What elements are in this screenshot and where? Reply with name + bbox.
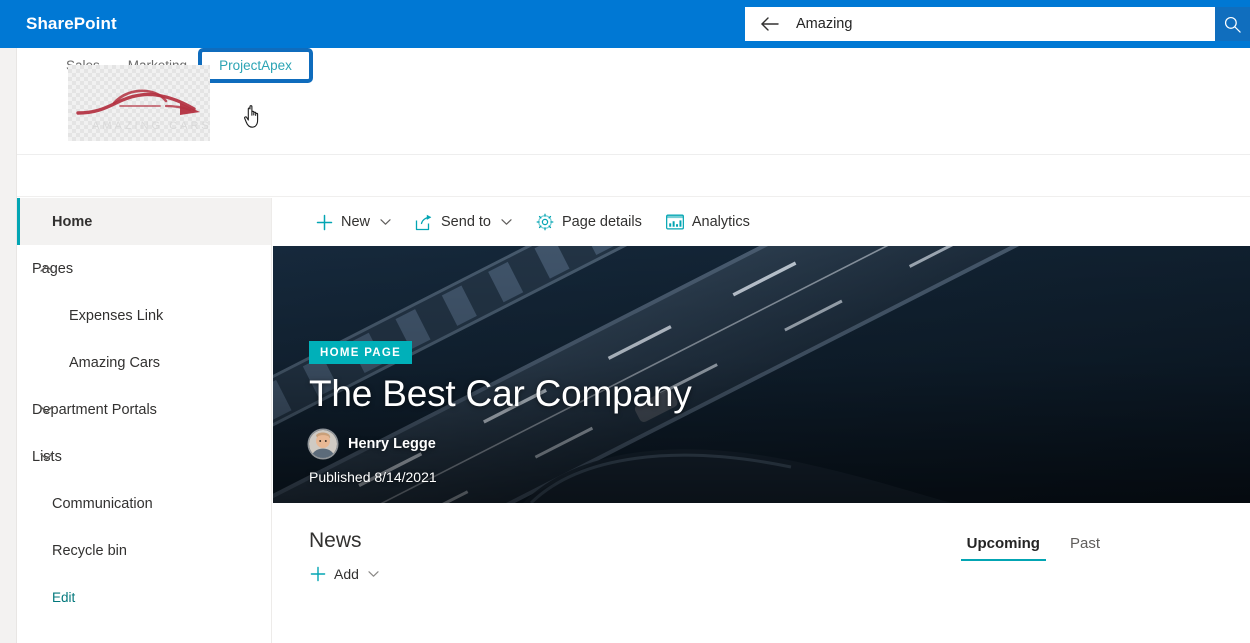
search-icon <box>1224 16 1241 33</box>
sidebar-item-pages[interactable]: Pages <box>17 245 271 292</box>
sharepoint-brand-logo[interactable]: SharePoint <box>26 14 117 34</box>
sidebar-item-home[interactable]: Home <box>17 198 271 245</box>
sidebar-item-label: Communication <box>52 495 153 512</box>
plus-icon <box>315 213 333 231</box>
new-button[interactable]: New <box>305 207 401 237</box>
tab-past[interactable]: Past <box>1060 529 1110 561</box>
chevron-down-icon[interactable] <box>501 218 512 226</box>
new-button-label: New <box>341 214 371 230</box>
sidebar-item-amazing-cars[interactable]: Amazing Cars <box>17 339 271 386</box>
page-details-button-label: Page details <box>562 214 642 230</box>
hero-title: The Best Car Company <box>309 373 692 415</box>
chevron-down-icon[interactable] <box>368 570 379 578</box>
page-command-bar: New Send to Page details Analytics <box>273 198 1250 246</box>
search-input[interactable] <box>787 8 1215 40</box>
sidebar-item-department-portals[interactable]: Department Portals <box>17 386 271 433</box>
sidebar-item-label: Recycle bin <box>52 542 127 559</box>
add-news-button[interactable]: Add <box>309 565 379 583</box>
site-logo-image: AMAZING CARS <box>68 65 210 141</box>
sidebar-item-expenses-link[interactable]: Expenses Link <box>17 292 271 339</box>
site-navigation-sidebar: Home Pages Expenses Link Amazing Cars De… <box>17 198 272 643</box>
send-to-button-label: Send to <box>441 214 492 230</box>
sidebar-item-communication[interactable]: Communication <box>17 480 271 527</box>
hero-topic-badge: HOME PAGE <box>309 341 413 365</box>
gear-icon <box>536 213 554 231</box>
chevron-down-icon[interactable] <box>39 403 53 417</box>
sidebar-item-label: Home <box>52 213 93 230</box>
hub-navigation-bar: Sales Marketing ProjectApex AMAZING CARS <box>17 48 1250 155</box>
sidebar-item-recycle-bin[interactable]: Recycle bin <box>17 527 271 574</box>
analytics-button-label: Analytics <box>691 214 750 230</box>
analytics-chart-icon <box>665 213 684 231</box>
plus-icon <box>309 565 327 583</box>
hero-text-block: HOME PAGE The Best Car Company Henry Leg… <box>309 341 692 485</box>
sidebar-edit-link[interactable]: Edit <box>17 574 271 621</box>
author-avatar[interactable] <box>309 430 337 458</box>
search-submit-button[interactable] <box>1215 7 1250 41</box>
svg-text:AMAZING CARS: AMAZING CARS <box>92 120 210 132</box>
send-to-button[interactable]: Send to <box>405 207 522 237</box>
analytics-button[interactable]: Analytics <box>656 207 760 237</box>
sidebar-item-label: Expenses Link <box>69 307 164 324</box>
search-box[interactable] <box>745 7 1215 41</box>
author-name: Henry Legge <box>348 436 436 452</box>
sidebar-item-lists[interactable]: Lists <box>17 433 271 480</box>
page-details-button[interactable]: Page details <box>526 207 652 237</box>
page-content: New Send to Page details Analytics HOME … <box>273 198 1250 643</box>
chevron-down-icon[interactable] <box>380 218 391 226</box>
tab-upcoming[interactable]: Upcoming <box>957 529 1050 561</box>
news-header-group: News Add <box>309 529 379 583</box>
page-top-band <box>17 156 1250 197</box>
hubnav-link-projectapex[interactable]: ProjectApex <box>198 48 313 83</box>
add-news-label: Add <box>334 566 359 582</box>
main-region: Home Pages Expenses Link Amazing Cars De… <box>17 156 1250 643</box>
back-arrow-icon[interactable] <box>753 7 787 41</box>
published-date: Published 8/14/2021 <box>309 469 437 485</box>
events-tab-list: Upcoming Past <box>957 529 1110 561</box>
sidebar-item-label: Edit <box>52 590 76 605</box>
hero-byline: Henry Legge <box>309 430 692 458</box>
news-heading: News <box>309 529 362 552</box>
news-web-part: News Add Upcoming Past <box>273 503 1250 643</box>
sidebar-item-label: Amazing Cars <box>69 354 161 371</box>
share-icon <box>415 213 433 231</box>
chevron-up-icon[interactable] <box>39 262 53 276</box>
page-left-gutter <box>0 48 17 643</box>
hero-banner[interactable]: HOME PAGE The Best Car Company Henry Leg… <box>273 246 1250 503</box>
mouse-cursor-hand-icon <box>243 104 265 130</box>
chevron-down-icon[interactable] <box>39 450 53 464</box>
